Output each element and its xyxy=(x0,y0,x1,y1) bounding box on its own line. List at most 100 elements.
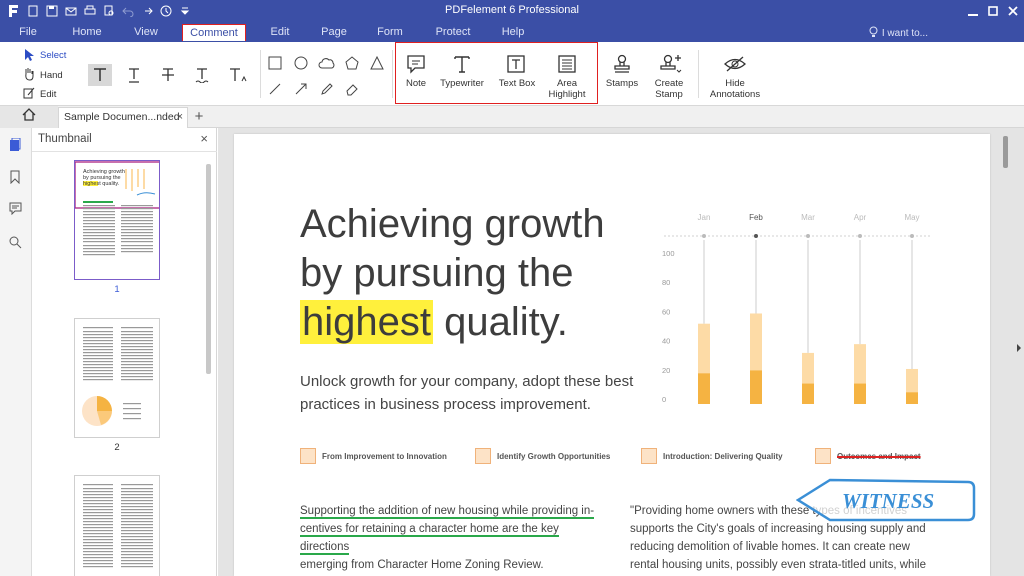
edit-tool-label[interactable]: Edit xyxy=(40,89,56,100)
left-side-bar xyxy=(0,128,32,576)
page-thumbnail-2[interactable] xyxy=(74,318,160,438)
pencil-icon[interactable] xyxy=(318,80,336,98)
highlighted-word[interactable]: highest xyxy=(300,300,433,344)
menu-page[interactable]: Page xyxy=(312,24,356,41)
page-3-preview xyxy=(83,484,153,568)
typewriter-tool[interactable]: Typewriter xyxy=(436,78,488,89)
left-paragraph-rest: emerging from Character Home Zoning Revi… xyxy=(300,559,544,571)
document-tab-title: Sample Documen...nded xyxy=(64,111,180,123)
menu-help[interactable]: Help xyxy=(492,24,534,41)
feature-item-1: From Improvement to Innovation xyxy=(300,448,447,464)
y-tick-label: 80 xyxy=(662,278,670,287)
rectangle-icon[interactable] xyxy=(266,54,284,72)
comment-ribbon: Select Hand Edit Note Typewriter Text Bo… xyxy=(0,42,1024,106)
select-tool-label[interactable]: Select xyxy=(40,50,66,61)
y-tick-label: 100 xyxy=(662,249,675,258)
left-paragraph: Supporting the addition of new housing w… xyxy=(300,502,610,574)
note-icon xyxy=(404,52,428,76)
bar-chart: Jan Feb Mar Apr May 100 80 60 40 20 0 xyxy=(662,213,932,404)
menu-view[interactable]: View xyxy=(124,24,168,41)
line-icon[interactable] xyxy=(266,80,284,98)
hand-icon xyxy=(22,67,36,81)
page-thumbnail-1[interactable]: Achieving growth by pursuing the highest… xyxy=(74,160,160,280)
underlined-text-1[interactable]: Supporting the addition of new housing w… xyxy=(300,505,595,519)
home-tab[interactable] xyxy=(0,106,58,128)
document-view: Achieving growth by pursuing the highest… xyxy=(218,128,1024,576)
x-tick-label: Apr xyxy=(854,213,867,222)
menu-protect[interactable]: Protect xyxy=(428,24,478,41)
page-number-2: 2 xyxy=(114,442,120,453)
document-tab[interactable]: Sample Documen...nded × xyxy=(58,107,188,128)
headline-line-1: Achieving growth xyxy=(300,202,605,246)
minimize-icon[interactable] xyxy=(966,2,980,20)
hand-tool-label[interactable]: Hand xyxy=(40,70,63,81)
close-icon[interactable] xyxy=(1006,2,1020,20)
stamps-tool[interactable]: Stamps xyxy=(602,78,642,89)
menu-form[interactable]: Form xyxy=(368,24,412,41)
text-box-tool[interactable]: Text Box xyxy=(494,78,540,89)
close-tab-icon[interactable]: × xyxy=(177,111,183,123)
note-tool[interactable]: Note xyxy=(398,78,434,89)
ribbon-separator xyxy=(698,50,699,98)
stamp-icon xyxy=(610,52,634,76)
thumbnail-scrollbar[interactable] xyxy=(206,164,211,374)
create-stamp-tool[interactable]: Create Stamp xyxy=(646,78,692,100)
squiggly-text-icon[interactable] xyxy=(190,64,214,86)
add-tab-icon[interactable]: + xyxy=(190,108,208,126)
menu-comment[interactable]: Comment xyxy=(182,24,246,41)
feature-label-4-strikethrough[interactable]: Outcomes and Impact xyxy=(837,452,921,461)
area-highlight-icon xyxy=(555,52,579,76)
menu-file[interactable]: File xyxy=(12,24,44,41)
i-want-to-search[interactable]: I want to... xyxy=(869,26,928,41)
feature-item-3: Introduction: Delivering Quality xyxy=(641,448,783,464)
insert-text-icon[interactable] xyxy=(224,64,252,86)
menu-bar: File Home View Comment Edit Page Form Pr… xyxy=(0,22,1024,42)
comment-panel-icon[interactable] xyxy=(9,202,23,216)
select-cursor-icon xyxy=(22,48,36,62)
area-highlight-tool[interactable]: Area Highlight xyxy=(540,78,594,100)
right-panel-arrow-icon[interactable] xyxy=(1016,344,1022,354)
thumbnail-panel-icon[interactable] xyxy=(9,137,23,152)
i-want-to-label: I want to... xyxy=(881,28,928,39)
document-subtitle: Unlock growth for your company, adopt th… xyxy=(300,373,634,413)
cloud-icon[interactable] xyxy=(316,54,338,72)
arrow-icon[interactable] xyxy=(292,80,310,98)
menu-edit[interactable]: Edit xyxy=(258,24,302,41)
window-title: PDFelement 6 Professional xyxy=(445,4,579,16)
home-icon xyxy=(22,108,36,126)
document-headline: Achieving growth by pursuing the highest… xyxy=(300,200,605,347)
eraser-icon[interactable] xyxy=(343,80,361,98)
witness-stamp[interactable]: WITNESS xyxy=(796,478,976,522)
strikethrough-text-icon[interactable] xyxy=(156,64,180,86)
triangle-icon[interactable] xyxy=(368,54,386,72)
headline-line-3: highest quality. xyxy=(300,298,605,347)
window-controls xyxy=(966,2,1020,20)
hide-annotations-tool[interactable]: Hide Annotations xyxy=(706,78,764,100)
menu-home[interactable]: Home xyxy=(64,24,110,41)
maximize-icon[interactable] xyxy=(986,2,1000,20)
feature-icon xyxy=(300,448,316,464)
document-tab-strip: Sample Documen...nded × + xyxy=(0,106,1024,128)
document-scrollbar[interactable] xyxy=(1003,136,1008,168)
oval-icon[interactable] xyxy=(292,54,310,72)
feature-label-1: From Improvement to Innovation xyxy=(322,451,447,461)
page-number-1: 1 xyxy=(114,284,120,295)
underline-text-icon[interactable] xyxy=(122,64,146,86)
ribbon-separator xyxy=(260,50,261,98)
panel-divider xyxy=(32,151,217,152)
y-tick-label: 40 xyxy=(662,337,670,346)
typewriter-icon xyxy=(450,52,474,76)
y-tick-label: 60 xyxy=(662,307,670,316)
close-thumbnail-panel-icon[interactable]: × xyxy=(200,131,208,146)
bar-segment xyxy=(854,383,866,404)
polygon-icon[interactable] xyxy=(343,54,361,72)
hide-annotations-icon xyxy=(722,52,748,76)
underlined-text-2[interactable]: centives for retaining a character home … xyxy=(300,523,559,555)
pdf-page: Achieving growth by pursuing the highest… xyxy=(234,134,990,576)
bookmark-icon[interactable] xyxy=(9,170,23,185)
search-icon[interactable] xyxy=(9,236,23,250)
page-thumbnail-3[interactable] xyxy=(74,475,160,576)
page-2-preview xyxy=(82,327,153,426)
thumbnail-panel-title: Thumbnail xyxy=(38,133,92,145)
highlight-text-icon[interactable] xyxy=(88,64,112,86)
